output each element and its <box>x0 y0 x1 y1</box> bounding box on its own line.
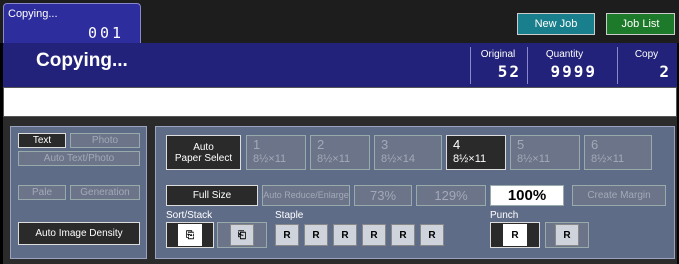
quantity-label: Quantity <box>545 49 584 60</box>
original-label: Original <box>480 49 516 60</box>
tray-size: 8½×11 <box>591 153 625 165</box>
paper-tray-3[interactable]: 3 8½×14 <box>374 135 442 170</box>
auto-image-density-button[interactable]: Auto Image Density <box>18 222 140 245</box>
auto-reduce-enlarge-button[interactable]: Auto Reduce/Enlarge <box>262 185 350 206</box>
tray-size: 8½×14 <box>381 153 415 165</box>
tray-number: 1 <box>253 137 261 152</box>
ratio-73-button[interactable]: 73% <box>354 185 412 206</box>
sort-button[interactable]: ⎘ <box>166 222 214 248</box>
create-margin-button[interactable]: Create Margin <box>572 185 666 206</box>
sort-icon: ⎘ <box>178 224 202 246</box>
tray-size: 8½×11 <box>453 153 487 165</box>
full-size-button[interactable]: Full Size <box>166 185 258 206</box>
job-number: 001 <box>88 24 125 42</box>
staple-top-right-icon[interactable]: R <box>304 224 328 246</box>
paper-select-label: Paper Select <box>174 152 233 164</box>
staple-left-2-icon[interactable]: R <box>333 224 357 246</box>
punch-left-button[interactable]: R <box>490 222 540 248</box>
paper-tray-2[interactable]: 2 8½×11 <box>310 135 370 170</box>
ratio-129-button[interactable]: 129% <box>416 185 486 206</box>
tab-label: Copying... <box>8 8 58 20</box>
status-title: Copying... <box>36 50 128 71</box>
tray-number: 5 <box>517 137 525 152</box>
tray-number: 6 <box>591 137 599 152</box>
auto-paper-select-button[interactable]: Auto Paper Select <box>166 135 241 170</box>
staple-top-2-icon[interactable]: R <box>362 224 386 246</box>
photo-mode-button[interactable]: Photo <box>70 133 140 148</box>
tray-number: 4 <box>453 137 461 152</box>
paper-tray-4[interactable]: 4 8½×11 <box>446 135 506 170</box>
punch-top-button[interactable]: R <box>545 222 589 248</box>
tray-size: 8½×11 <box>317 153 351 165</box>
tray-size: 8½×11 <box>517 153 551 165</box>
punch-left-icon: R <box>503 224 527 246</box>
punch-label: Punch <box>490 210 519 221</box>
sort-stack-label: Sort/Stack <box>166 210 213 221</box>
tray-number: 3 <box>381 137 389 152</box>
ratio-display[interactable]: 100% <box>490 185 564 206</box>
staple-bottom-icon[interactable]: R <box>420 224 444 246</box>
pale-button[interactable]: Pale <box>18 185 66 200</box>
generation-button[interactable]: Generation <box>70 185 140 200</box>
original-counter: Original 52 <box>470 47 525 84</box>
staple-label: Staple <box>275 210 304 221</box>
staple-top-left-icon[interactable]: R <box>275 224 299 246</box>
paper-tray-5[interactable]: 5 8½×11 <box>510 135 580 170</box>
message-line <box>3 87 677 117</box>
stack-button[interactable]: ⎗ <box>217 222 267 248</box>
tray-number: 2 <box>317 137 325 152</box>
text-mode-button[interactable]: Text <box>18 133 66 148</box>
tab-copying[interactable]: Copying... 001 <box>3 3 141 43</box>
staple-right-2-icon[interactable]: R <box>391 224 415 246</box>
paper-tray-6[interactable]: 6 8½×11 <box>584 135 652 170</box>
auto-label: Auto <box>193 141 214 153</box>
paper-tray-1[interactable]: 1 8½×11 <box>246 135 306 170</box>
staple-options: R R R R R R <box>275 222 480 248</box>
auto-text-photo-button[interactable]: Auto Text/Photo <box>18 151 140 166</box>
copy-counter: Copy 2 <box>617 47 675 84</box>
punch-top-icon: R <box>555 224 579 246</box>
copy-label: Copy <box>634 49 659 60</box>
new-job-button[interactable]: New Job <box>517 13 595 35</box>
stack-icon: ⎗ <box>230 224 254 246</box>
quantity-counter: Quantity 9999 <box>527 47 601 84</box>
original-value: 52 <box>497 62 521 81</box>
quantity-value: 9999 <box>550 62 597 81</box>
tray-size: 8½×11 <box>253 153 287 165</box>
job-list-button[interactable]: Job List <box>606 13 675 35</box>
copy-value: 2 <box>659 62 671 81</box>
